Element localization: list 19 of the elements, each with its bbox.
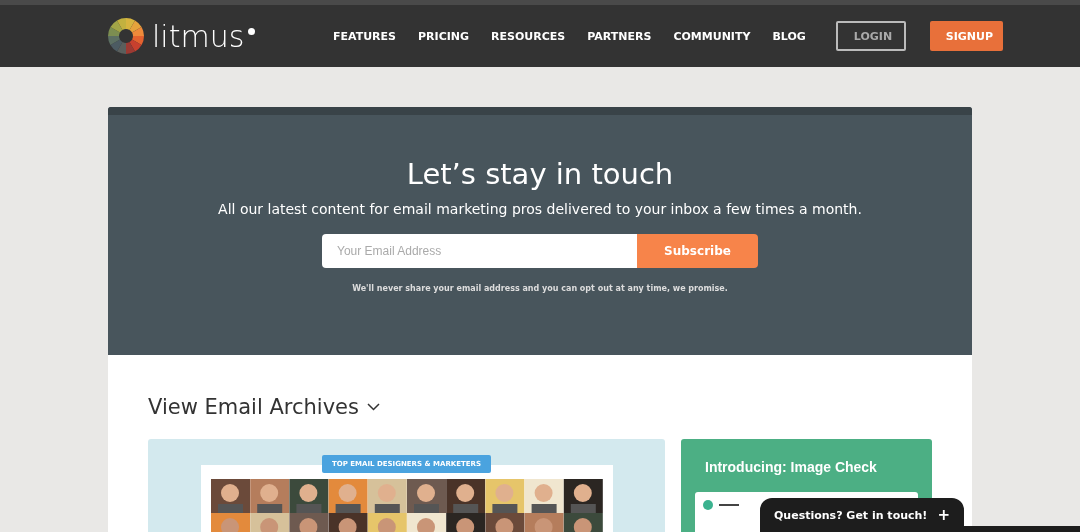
nav-link[interactable]: PARTNERS — [587, 29, 652, 43]
nav-link[interactable]: COMMUNITY — [673, 29, 751, 43]
nav-link[interactable]: FEATURES — [333, 29, 397, 43]
dash-icon — [719, 504, 739, 506]
status-dot-icon — [703, 500, 713, 510]
chevron-down-icon[interactable] — [366, 403, 380, 411]
logo-icon — [108, 18, 144, 54]
brand-name[interactable]: litmus — [152, 18, 245, 54]
nav-link[interactable]: PRICING — [418, 29, 470, 43]
newsletter-title: Let’s stay in touch — [406, 157, 674, 191]
login-button[interactable]: LOGIN — [835, 21, 906, 51]
promo-title: Introducing: Image Check — [705, 459, 877, 475]
email-field[interactable]: Your Email Address — [322, 234, 637, 268]
nav-link[interactable]: RESOURCES — [491, 29, 566, 43]
nav-link[interactable]: BLOG — [772, 29, 806, 43]
privacy-note: We'll never share your email address and you can opt out at any time, we promise. — [352, 284, 728, 293]
archives-title: View Email Archives — [148, 395, 359, 419]
chat-button[interactable]: Questions? Get in touch! + — [760, 498, 964, 532]
newsletter-subtitle: All our latest content for email marketing pros delivered to your inbox a few times a month. — [218, 201, 862, 217]
